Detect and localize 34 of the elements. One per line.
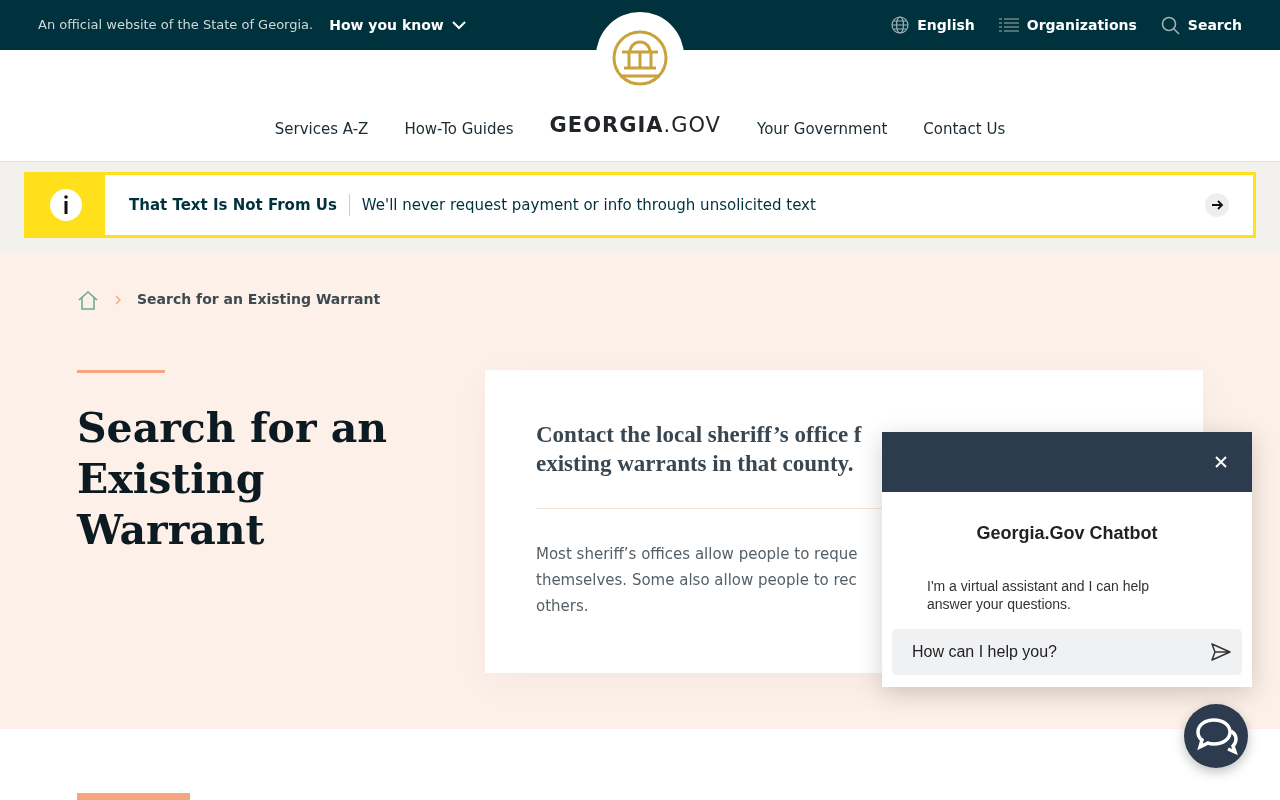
close-button[interactable] bbox=[1214, 455, 1228, 469]
official-website-text: An official website of the State of Georgia. bbox=[38, 16, 314, 35]
top-bar-link[interactable]: English bbox=[891, 14, 975, 36]
nav-link[interactable]: How-To Guides bbox=[404, 117, 514, 140]
lead-text-line: existing warrants in that county. bbox=[536, 450, 854, 478]
alert-title: That Text Is Not From Us bbox=[105, 193, 350, 217]
page-title: Search for an Existing Warrant bbox=[77, 403, 389, 556]
chatbot-message: I'm a virtual assistant and I can help answer your questions. bbox=[927, 577, 1151, 613]
how-you-know-button[interactable]: How you know bbox=[329, 14, 466, 36]
alert-banner[interactable]: That Text Is Not From Us We'll never request payment or info through unsolicited text bbox=[24, 172, 1256, 238]
chat-bubbles-icon bbox=[1194, 717, 1238, 755]
nav-link[interactable]: Services A-Z bbox=[274, 117, 369, 140]
body-text-line: Most sheriff’s offices allow people to reque bbox=[536, 544, 858, 565]
arrow-right-icon[interactable] bbox=[1205, 193, 1229, 217]
chevron-right-icon bbox=[115, 294, 121, 305]
breadcrumb-current: Search for an Existing Warrant bbox=[137, 290, 381, 309]
nav-link[interactable]: Contact Us bbox=[923, 117, 1006, 140]
list-icon bbox=[998, 18, 1019, 32]
chatbot-title: Georgia.Gov Chatbot bbox=[975, 522, 1159, 545]
alert-message: We'll never request payment or info through unsolicited text bbox=[360, 194, 817, 216]
chevron-down-icon bbox=[451, 20, 466, 30]
close-icon bbox=[1214, 455, 1228, 469]
body-text-line: themselves. Some also allow people to rec bbox=[536, 570, 857, 591]
body-text-line: others. bbox=[536, 596, 589, 617]
search-icon bbox=[1160, 15, 1180, 35]
globe-icon bbox=[891, 16, 910, 34]
info-icon bbox=[50, 189, 82, 221]
lead-text-line: Contact the local sheriff’s office f bbox=[536, 421, 862, 449]
top-bar-link[interactable]: Search bbox=[1160, 14, 1242, 36]
send-icon[interactable] bbox=[1210, 642, 1232, 662]
site-logo-text[interactable]: GEORGIA.GOV bbox=[549, 110, 721, 142]
nav-link[interactable]: Your Government bbox=[757, 117, 888, 140]
top-bar-link[interactable]: Organizations bbox=[998, 14, 1137, 36]
chat-input-field[interactable]: How can I help you? bbox=[892, 629, 1242, 675]
